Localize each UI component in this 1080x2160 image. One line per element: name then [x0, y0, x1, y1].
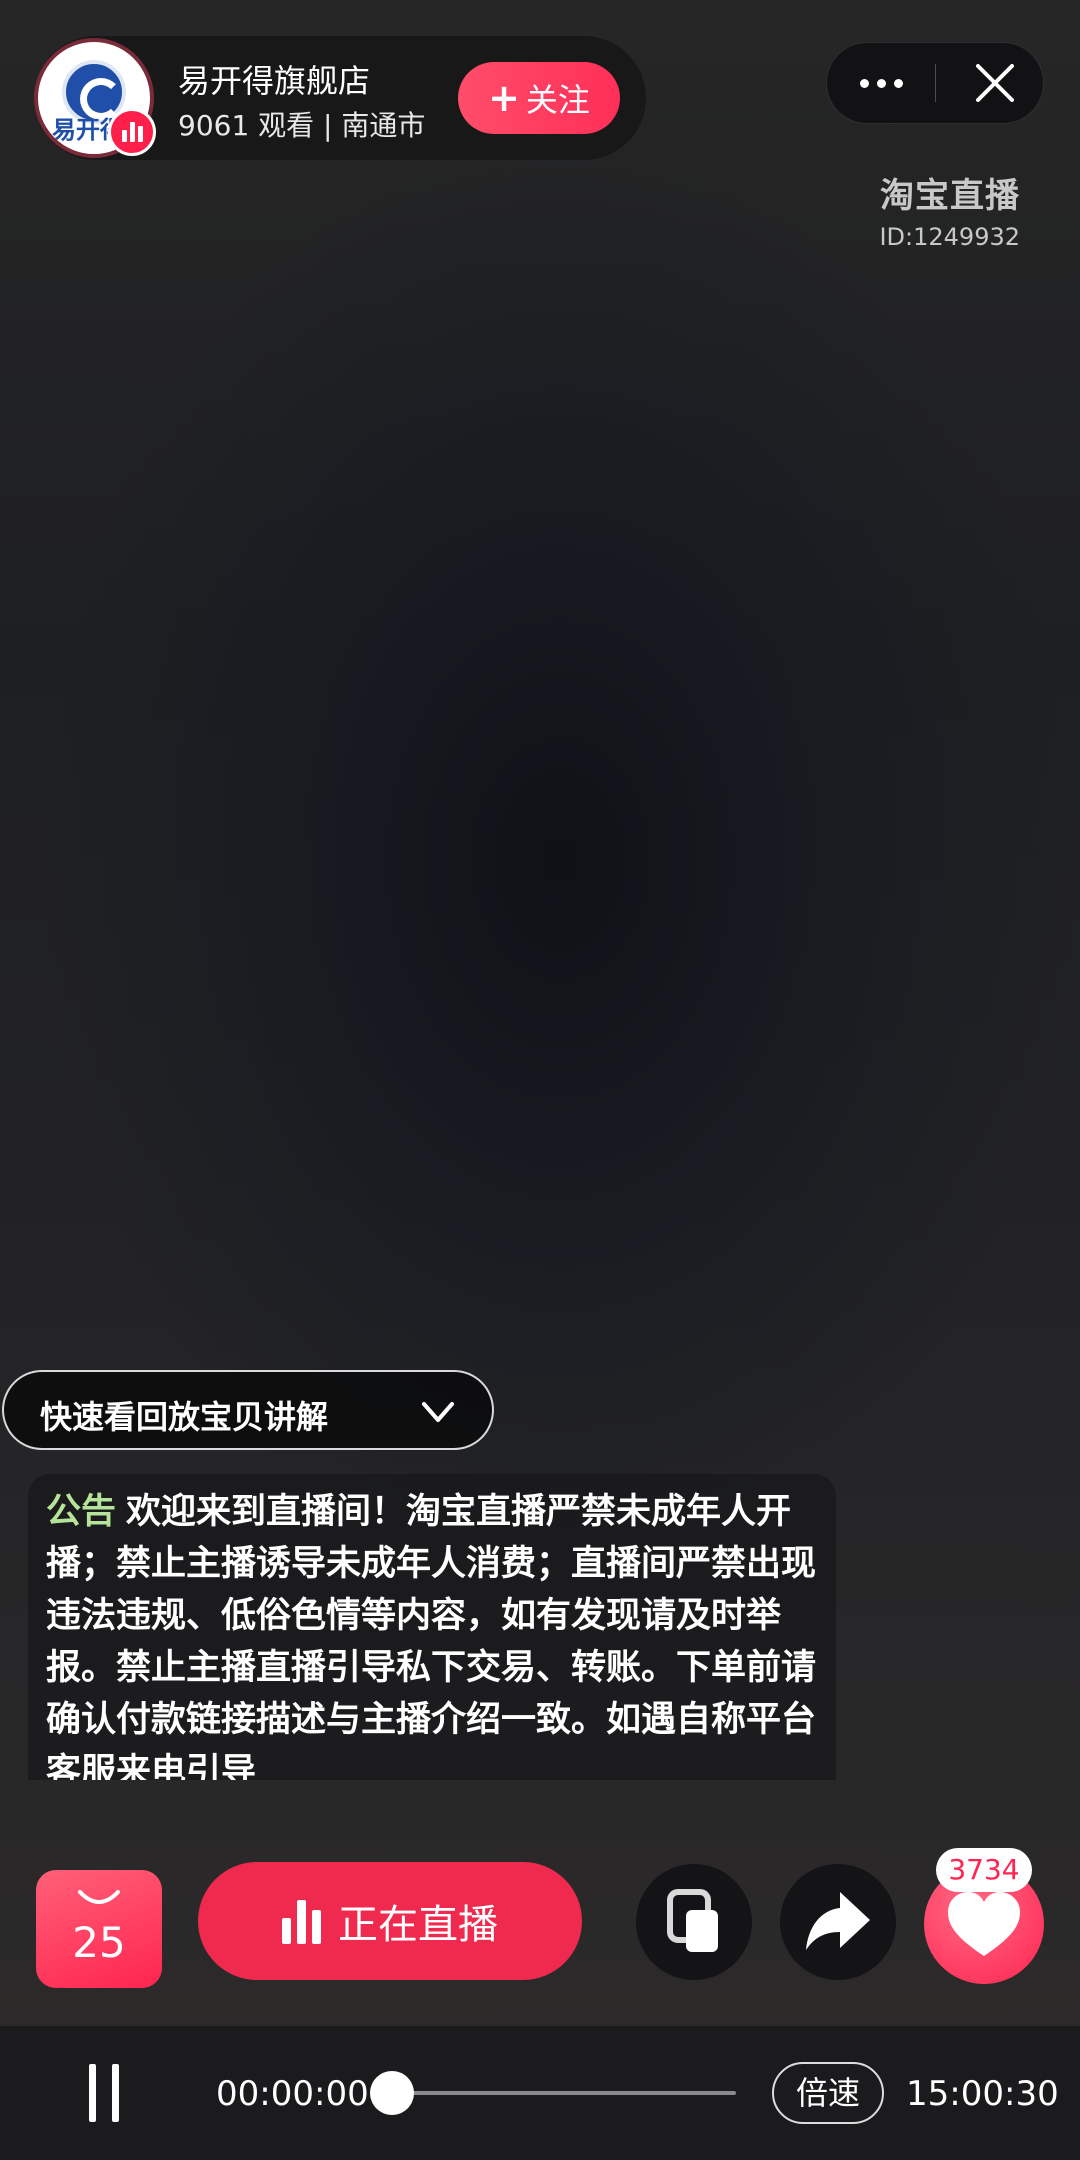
pause-icon	[89, 2064, 96, 2122]
like-count-badge: 3734	[936, 1848, 1032, 1892]
now-live-button[interactable]: 正在直播	[198, 1862, 582, 1980]
replay-label: 快速看回放宝贝讲解	[40, 1398, 329, 1436]
current-time: 00:00:00	[216, 2074, 369, 2114]
copy-button[interactable]	[636, 1864, 752, 1980]
plus-icon: +	[488, 76, 520, 120]
product-bag-button[interactable]: 25	[36, 1870, 162, 1988]
total-time: 15:00:30	[906, 2074, 1059, 2114]
follow-label: 关注	[525, 81, 590, 119]
brand-watermark: 淘宝直播 ID:1249932	[879, 168, 1020, 251]
chevron-down-icon	[422, 1402, 454, 1422]
playback-speed-button[interactable]: 倍速	[772, 2062, 884, 2124]
follow-button[interactable]: + 关注	[458, 62, 620, 134]
notice-tag: 公告	[46, 1492, 117, 1532]
share-button[interactable]	[780, 1864, 896, 1980]
controls-divider	[935, 64, 936, 102]
share-icon	[806, 1892, 870, 1950]
live-bars-icon	[282, 1898, 328, 1944]
close-button[interactable]	[950, 42, 1040, 124]
product-count: 25	[72, 1918, 126, 1967]
notice-panel[interactable]: 公告 欢迎来到直播间！淘宝直播严禁未成年人开播；禁止主播诱导未成年人消费；直播间严…	[28, 1474, 836, 1780]
bag-smile-icon	[78, 1890, 120, 1904]
close-icon	[976, 64, 1014, 102]
store-meta: 9061 观看 | 南通市	[178, 109, 426, 142]
more-dots-icon	[859, 78, 869, 88]
live-bars-icon	[108, 108, 156, 156]
progress-handle[interactable]	[370, 2071, 414, 2115]
more-button[interactable]	[826, 42, 936, 124]
replay-explain-dropdown[interactable]: 快速看回放宝贝讲解	[2, 1370, 494, 1450]
pause-button[interactable]	[86, 2064, 122, 2122]
now-live-label: 正在直播	[338, 1902, 498, 1948]
notice-body: 欢迎来到直播间！淘宝直播严禁未成年人开播；禁止主播诱导未成年人消费；直播间严禁出…	[46, 1492, 817, 1780]
store-name[interactable]: 易开得旗舰店	[178, 56, 370, 102]
copy-icon	[667, 1889, 718, 1952]
room-id: ID:1249932	[879, 223, 1020, 251]
progress-track[interactable]	[392, 2091, 736, 2095]
notice-text-block: 公告 欢迎来到直播间！淘宝直播严禁未成年人开播；禁止主播诱导未成年人消费；直播间严…	[46, 1486, 826, 1780]
brand-name: 淘宝直播	[880, 176, 1020, 216]
